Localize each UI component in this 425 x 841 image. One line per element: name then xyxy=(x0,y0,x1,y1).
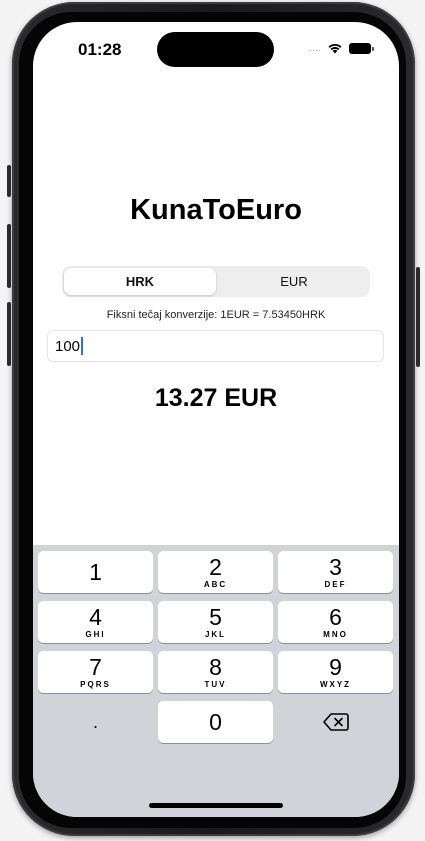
key-0[interactable]: 0 xyxy=(158,701,273,743)
text-caret xyxy=(81,337,84,355)
key-digit: 7 xyxy=(89,653,102,680)
key-7[interactable]: 7 PQRS xyxy=(38,651,153,693)
key-letters: ABC xyxy=(203,579,228,589)
key-2[interactable]: 2 ABC xyxy=(158,551,273,593)
key-6[interactable]: 6 MNO xyxy=(278,601,393,643)
key-digit: 3 xyxy=(329,553,342,580)
dynamic-island xyxy=(157,32,274,67)
wifi-icon xyxy=(328,43,342,54)
action-button xyxy=(7,165,11,197)
app-title: KunaToEuro xyxy=(130,194,302,226)
status-icons: .... xyxy=(308,41,374,55)
conversion-result: 13.27 EUR xyxy=(154,384,278,412)
battery-icon xyxy=(349,42,374,54)
key-decimal[interactable]: . xyxy=(38,701,153,743)
key-letters: WXYZ xyxy=(319,679,352,689)
key-digit: 6 xyxy=(329,603,342,630)
key-digit: 8 xyxy=(209,653,222,680)
key-digit: 9 xyxy=(329,653,342,680)
screen: 01:28 .... KunaToEuro HRK EUR Fiksni teč… xyxy=(33,22,399,817)
backspace-icon xyxy=(322,713,349,731)
segment-eur[interactable]: EUR xyxy=(218,266,370,297)
key-letters: DEF xyxy=(324,579,347,589)
power-button xyxy=(416,267,420,367)
key-delete[interactable] xyxy=(278,701,393,743)
key-3[interactable]: 3 DEF xyxy=(278,551,393,593)
key-letters: TUV xyxy=(204,679,227,689)
volume-up-button xyxy=(7,224,11,288)
key-8[interactable]: 8 TUV xyxy=(158,651,273,693)
segment-hrk[interactable]: HRK xyxy=(64,268,216,295)
key-digit: 4 xyxy=(89,603,102,630)
key-5[interactable]: 5 JKL xyxy=(158,601,273,643)
volume-down-button xyxy=(7,302,11,366)
key-letters: GHI xyxy=(85,629,106,639)
key-digit: 1 xyxy=(89,559,102,585)
key-digit: 0 xyxy=(209,709,222,735)
key-digit: . xyxy=(92,712,98,732)
numeric-keypad: 1 2 ABC 3 DEF 4 GHI 5 JKL 6 MNO 7 PQRS 8… xyxy=(33,545,399,817)
key-9[interactable]: 9 WXYZ xyxy=(278,651,393,693)
signal-dots: .... xyxy=(308,43,321,53)
key-1[interactable]: 1 xyxy=(38,551,153,593)
status-time: 01:28 xyxy=(78,40,122,59)
home-indicator[interactable] xyxy=(149,803,283,808)
conversion-rate-label: Fiksni tečaj konverzije: 1EUR = 7.53450H… xyxy=(106,309,326,321)
key-digit: 2 xyxy=(209,553,222,580)
currency-segmented-control[interactable]: HRK EUR xyxy=(62,266,370,297)
key-letters: JKL xyxy=(204,629,227,639)
amount-input[interactable]: 100 xyxy=(47,330,384,362)
key-letters: PQRS xyxy=(80,679,111,689)
key-letters: MNO xyxy=(323,629,348,639)
key-digit: 5 xyxy=(209,603,222,630)
key-4[interactable]: 4 GHI xyxy=(38,601,153,643)
amount-input-value: 100 xyxy=(55,337,81,355)
